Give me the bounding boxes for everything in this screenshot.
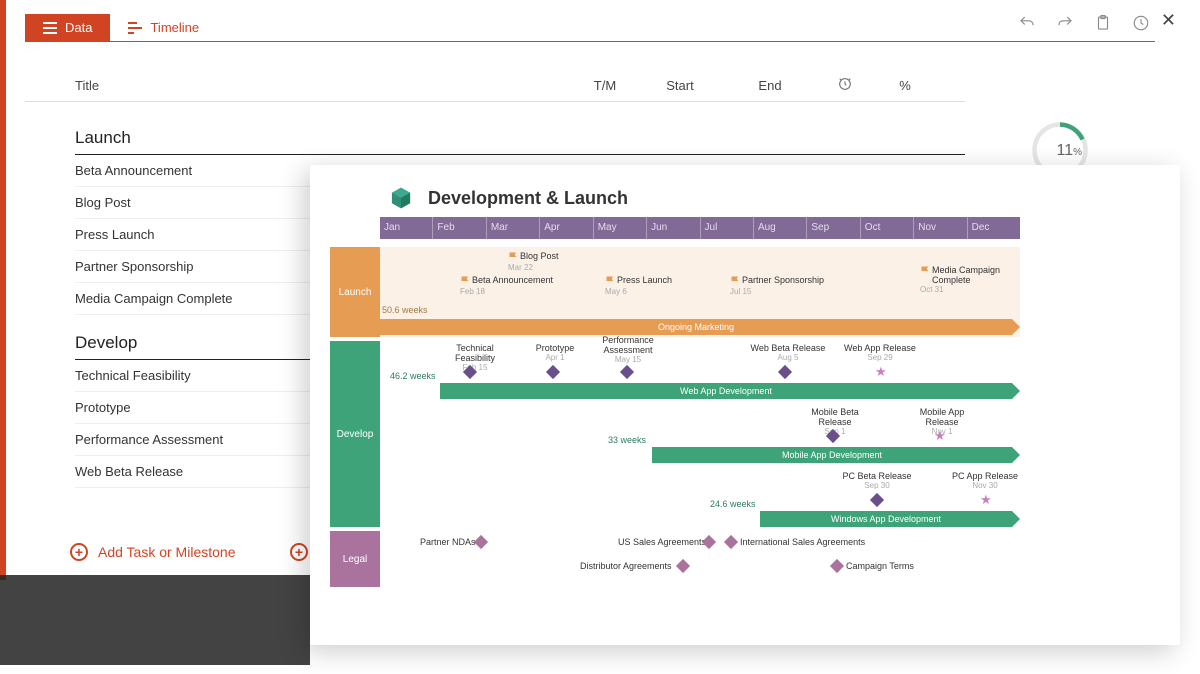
diamond-icon[interactable] (474, 535, 488, 549)
diamond-icon[interactable] (830, 559, 844, 573)
col-pct: % (875, 78, 935, 93)
col-duration (815, 76, 875, 95)
col-tm: T/M (575, 78, 635, 93)
flag-icon[interactable]: Press LaunchMay 6 (605, 275, 672, 296)
logo-icon (388, 185, 414, 211)
month-cell: May (593, 217, 646, 239)
close-icon[interactable]: ✕ (1161, 10, 1176, 31)
history-icon[interactable] (1132, 14, 1150, 32)
task-bar[interactable]: Web App Development (440, 383, 1012, 399)
milestone-label: PrototypeApr 1 (530, 343, 580, 362)
card-title: Development & Launch (428, 188, 628, 209)
add-task-button[interactable]: + Add Task or Milestone (70, 543, 235, 561)
timeline-card: Development & Launch Jan Feb Mar Apr May… (310, 165, 1180, 645)
month-cell: Jun (646, 217, 699, 239)
month-cell: Feb (432, 217, 485, 239)
plus-icon: + (290, 543, 308, 561)
weeks-label: 24.6 weeks (710, 499, 756, 509)
diamond-icon[interactable] (676, 559, 690, 573)
milestone-label: Partner NDAs (420, 537, 476, 547)
flag-icon[interactable]: Blog PostMar 22 (508, 251, 559, 272)
milestone-label: US Sales Agreements (618, 537, 706, 547)
task-bar[interactable]: Mobile App Development (652, 447, 1012, 463)
lane-label-launch: Launch (330, 247, 380, 337)
shadow (0, 575, 310, 665)
lane-label-legal: Legal (330, 531, 380, 587)
month-cell: Nov (913, 217, 966, 239)
star-icon[interactable]: ★ (934, 429, 946, 442)
milestone-label: Web App ReleaseSep 29 (840, 343, 920, 362)
diamond-icon[interactable] (620, 365, 634, 379)
flag-icon[interactable]: Media Campaign CompleteOct 31 (920, 265, 1002, 294)
undo-icon[interactable] (1018, 14, 1036, 32)
diamond-icon[interactable] (724, 535, 738, 549)
plus-icon: + (70, 543, 88, 561)
milestone-label: PC App ReleaseNov 30 (950, 471, 1020, 490)
tab-data-label: Data (65, 20, 92, 35)
month-cell: Mar (486, 217, 539, 239)
weeks-label: 33 weeks (608, 435, 646, 445)
month-cell: Dec (967, 217, 1020, 239)
months-axis: Jan Feb Mar Apr May Jun Jul Aug Sep Oct … (380, 217, 1020, 239)
tab-timeline[interactable]: Timeline (110, 14, 217, 42)
lane-develop: Develop Technical FeasibilityFeb 15 Prot… (330, 341, 1020, 527)
milestone-label: International Sales Agreements (740, 537, 865, 547)
redo-icon[interactable] (1056, 14, 1074, 32)
month-cell: Aug (753, 217, 806, 239)
month-cell: Oct (860, 217, 913, 239)
milestone-label: Web Beta ReleaseAug 5 (748, 343, 828, 362)
col-start: Start (635, 78, 725, 93)
column-headers: Title T/M Start End % (25, 70, 965, 102)
clipboard-icon[interactable] (1094, 14, 1112, 32)
accent-strip (0, 0, 6, 580)
diamond-icon[interactable] (778, 365, 792, 379)
lane-label-develop: Develop (330, 341, 380, 527)
timeline-chart: Jan Feb Mar Apr May Jun Jul Aug Sep Oct … (330, 217, 1160, 627)
tabs-row: Data Timeline (25, 14, 1155, 42)
col-end: End (725, 78, 815, 93)
milestone-label: Campaign Terms (846, 561, 914, 571)
task-bar[interactable]: Ongoing Marketing (380, 319, 1012, 335)
toolbar-icons (1018, 14, 1150, 32)
gauge-value: 11% (1056, 142, 1082, 160)
tab-timeline-label: Timeline (150, 20, 199, 35)
star-icon[interactable]: ★ (980, 493, 992, 506)
tab-data[interactable]: Data (25, 14, 110, 42)
milestone-label: Distributor Agreements (580, 561, 672, 571)
month-cell: Jan (380, 217, 432, 239)
weeks-label: 50.6 weeks (382, 305, 428, 315)
diamond-icon[interactable] (546, 365, 560, 379)
lane-legal: Legal Partner NDAs US Sales Agreements I… (330, 531, 1020, 587)
milestone-label: Technical FeasibilityFeb 15 (435, 343, 515, 372)
month-cell: Apr (539, 217, 592, 239)
star-icon[interactable]: ★ (875, 365, 887, 378)
list-icon (43, 22, 57, 34)
diamond-icon[interactable] (870, 493, 884, 507)
milestone-label: Performance AssessmentMay 15 (598, 335, 658, 364)
flag-icon[interactable]: Beta AnnouncementFeb 18 (460, 275, 553, 296)
month-cell: Jul (700, 217, 753, 239)
task-bar[interactable]: Windows App Development (760, 511, 1012, 527)
milestone-label: PC Beta ReleaseSep 30 (842, 471, 912, 490)
month-cell: Sep (806, 217, 859, 239)
add-task-label: Add Task or Milestone (98, 544, 235, 560)
add-task-button-2[interactable]: + (290, 543, 308, 561)
lane-launch: Launch Beta AnnouncementFeb 18 Blog Post… (330, 247, 1020, 337)
col-title: Title (75, 78, 575, 93)
flag-icon[interactable]: Partner SponsorshipJul 15 (730, 275, 824, 296)
group-launch[interactable]: Launch (75, 110, 965, 155)
weeks-label: 46.2 weeks (390, 371, 436, 381)
timeline-icon (128, 22, 142, 34)
